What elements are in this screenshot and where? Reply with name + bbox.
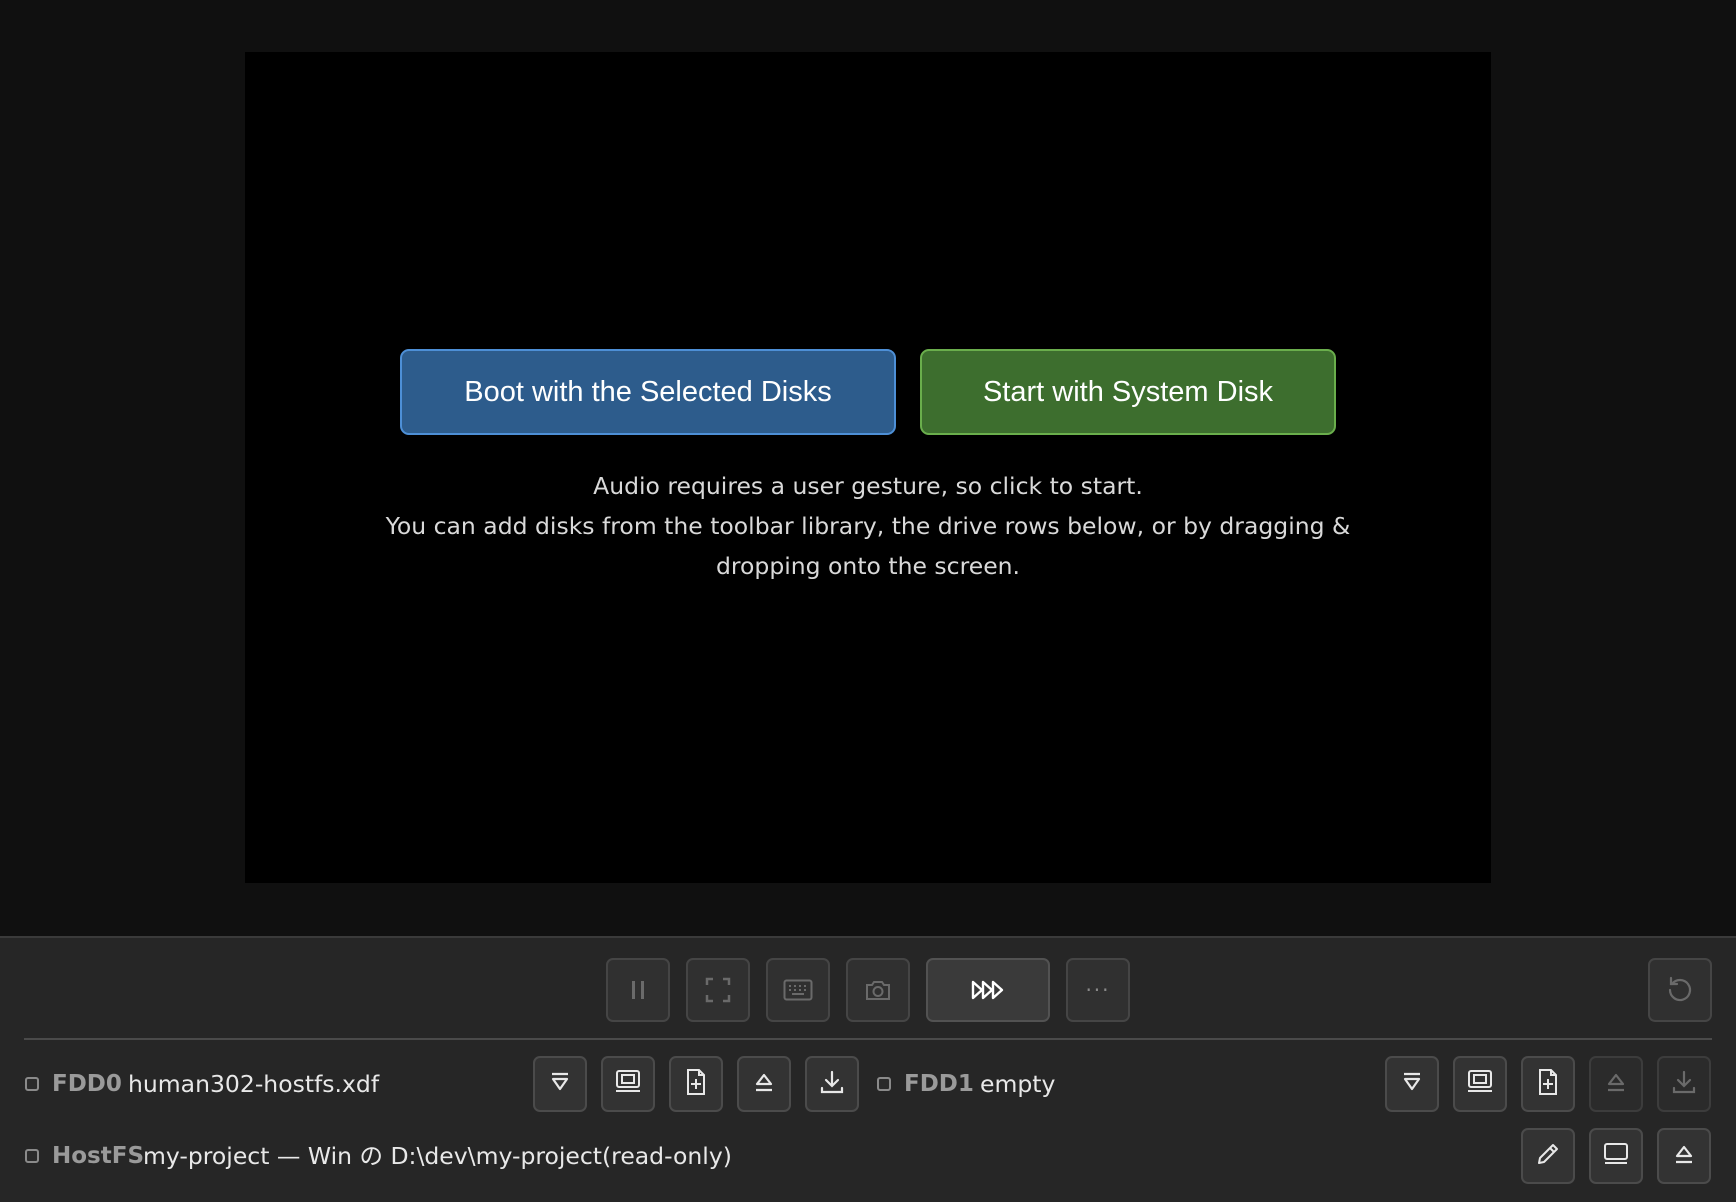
disk-library-icon — [1466, 1069, 1494, 1100]
hostfs-checkbox[interactable] — [25, 1149, 39, 1163]
disk-library-icon — [614, 1069, 642, 1100]
emulator-screen[interactable]: Boot with the Selected Disks Start with … — [245, 52, 1491, 883]
fullscreen-icon — [704, 976, 732, 1004]
fullscreen-button[interactable] — [686, 958, 750, 1022]
fdd0-label: FDD0 — [52, 1071, 122, 1097]
hostfs-eject-button[interactable] — [1657, 1128, 1711, 1184]
fdd0-filename: human302-hostfs.xdf — [128, 1070, 380, 1098]
insert-disk-icon — [548, 1070, 572, 1099]
emulator-stage: Boot with the Selected Disks Start with … — [0, 0, 1736, 936]
fdd1-new-disk-button[interactable] — [1521, 1056, 1575, 1112]
hostfs-edit-button[interactable] — [1521, 1128, 1575, 1184]
pencil-icon — [1535, 1141, 1561, 1172]
more-icon: ··· — [1085, 978, 1111, 1002]
fdd-row: FDD0 human302-hostfs.xdf FDD1 empty — [0, 1056, 1736, 1112]
hostfs-row: HostFS my-project — Win の D:\dev\my-proj… — [0, 1128, 1736, 1184]
hostfs-mount-button[interactable] — [1589, 1128, 1643, 1184]
pause-button[interactable] — [606, 958, 670, 1022]
download-icon — [1671, 1069, 1697, 1100]
fdd1-filename: empty — [980, 1070, 1056, 1098]
reset-icon — [1665, 975, 1695, 1005]
new-file-icon — [684, 1068, 708, 1101]
fdd1-checkbox[interactable] — [877, 1077, 891, 1091]
hostfs-path: my-project — Win の D:\dev\my-project(rea… — [143, 1142, 732, 1170]
start-system-disk-button[interactable]: Start with System Disk — [920, 349, 1336, 435]
fdd0-library-button[interactable] — [601, 1056, 655, 1112]
hostfs-label: HostFS — [52, 1143, 145, 1169]
insert-disk-icon — [1400, 1070, 1424, 1099]
control-panel: ··· FDD0 human302-hostfs.xdf FDD1 empty … — [0, 936, 1736, 1202]
fdd0-new-disk-button[interactable] — [669, 1056, 723, 1112]
message-line-2: You can add disks from the toolbar libra… — [385, 512, 1351, 540]
eject-icon — [752, 1070, 776, 1099]
drive-icon — [1602, 1141, 1630, 1172]
fdd1-eject-button[interactable] — [1589, 1056, 1643, 1112]
fast-forward-icon — [971, 978, 1005, 1002]
fdd1-insert-button[interactable] — [1385, 1056, 1439, 1112]
fdd0-download-button[interactable] — [805, 1056, 859, 1112]
start-message: Audio requires a user gesture, so click … — [385, 466, 1351, 586]
screenshot-button[interactable] — [846, 958, 910, 1022]
boot-selected-disks-button[interactable]: Boot with the Selected Disks — [400, 349, 896, 435]
keyboard-icon — [783, 979, 813, 1001]
fdd0-eject-button[interactable] — [737, 1056, 791, 1112]
new-file-icon — [1536, 1068, 1560, 1101]
message-line-1: Audio requires a user gesture, so click … — [593, 472, 1143, 500]
reset-button[interactable] — [1648, 958, 1712, 1022]
pause-icon — [626, 978, 650, 1002]
more-button[interactable]: ··· — [1066, 958, 1130, 1022]
download-icon — [819, 1069, 845, 1100]
message-line-3: dropping onto the screen. — [715, 552, 1021, 580]
keyboard-button[interactable] — [766, 958, 830, 1022]
fdd0-insert-button[interactable] — [533, 1056, 587, 1112]
fdd0-checkbox[interactable] — [25, 1077, 39, 1091]
camera-icon — [864, 978, 892, 1002]
eject-icon — [1672, 1142, 1696, 1171]
eject-icon — [1604, 1070, 1628, 1099]
toolbar-divider — [24, 1038, 1712, 1040]
fast-forward-button[interactable] — [926, 958, 1050, 1022]
fdd1-library-button[interactable] — [1453, 1056, 1507, 1112]
fdd1-download-button[interactable] — [1657, 1056, 1711, 1112]
fdd1-label: FDD1 — [904, 1071, 974, 1097]
